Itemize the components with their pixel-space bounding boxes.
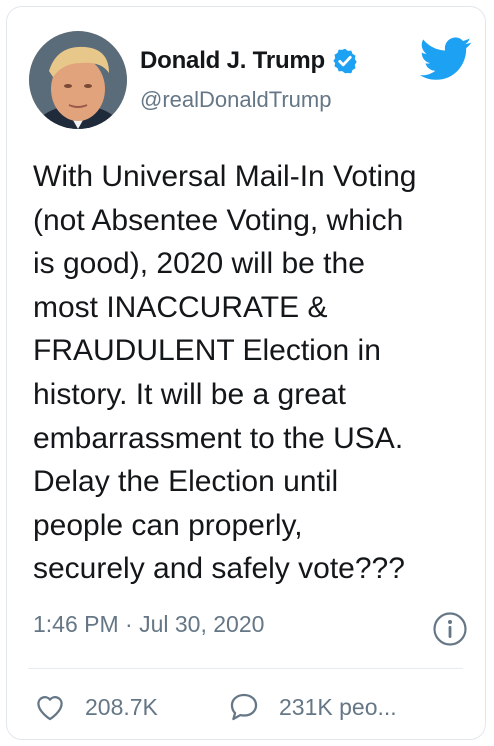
tweet-card: Donald J. Trump @realDonaldTrump With Un…: [6, 6, 486, 740]
tweet-timestamp[interactable]: 1:46 PM · Jul 30, 2020: [33, 611, 264, 638]
speech-bubble-icon: [230, 693, 258, 721]
author-handle[interactable]: @realDonaldTrump: [140, 87, 331, 113]
divider: [28, 668, 463, 669]
people-count: 231K peo...: [279, 693, 397, 720]
author-name-row: Donald J. Trump: [140, 47, 359, 75]
avatar[interactable]: [29, 31, 127, 129]
author-name[interactable]: Donald J. Trump: [140, 47, 325, 75]
tweet-text: With Universal Mail-In Voting (not Absen…: [33, 160, 417, 586]
heart-icon: [37, 696, 63, 721]
reply-button[interactable]: 231K peo...: [227, 690, 397, 724]
verified-badge-icon: [333, 48, 357, 74]
like-count: 208.7K: [85, 693, 158, 720]
twitter-bird-icon[interactable]: [420, 37, 472, 81]
info-icon[interactable]: [432, 611, 468, 647]
like-button[interactable]: 208.7K: [33, 690, 158, 724]
